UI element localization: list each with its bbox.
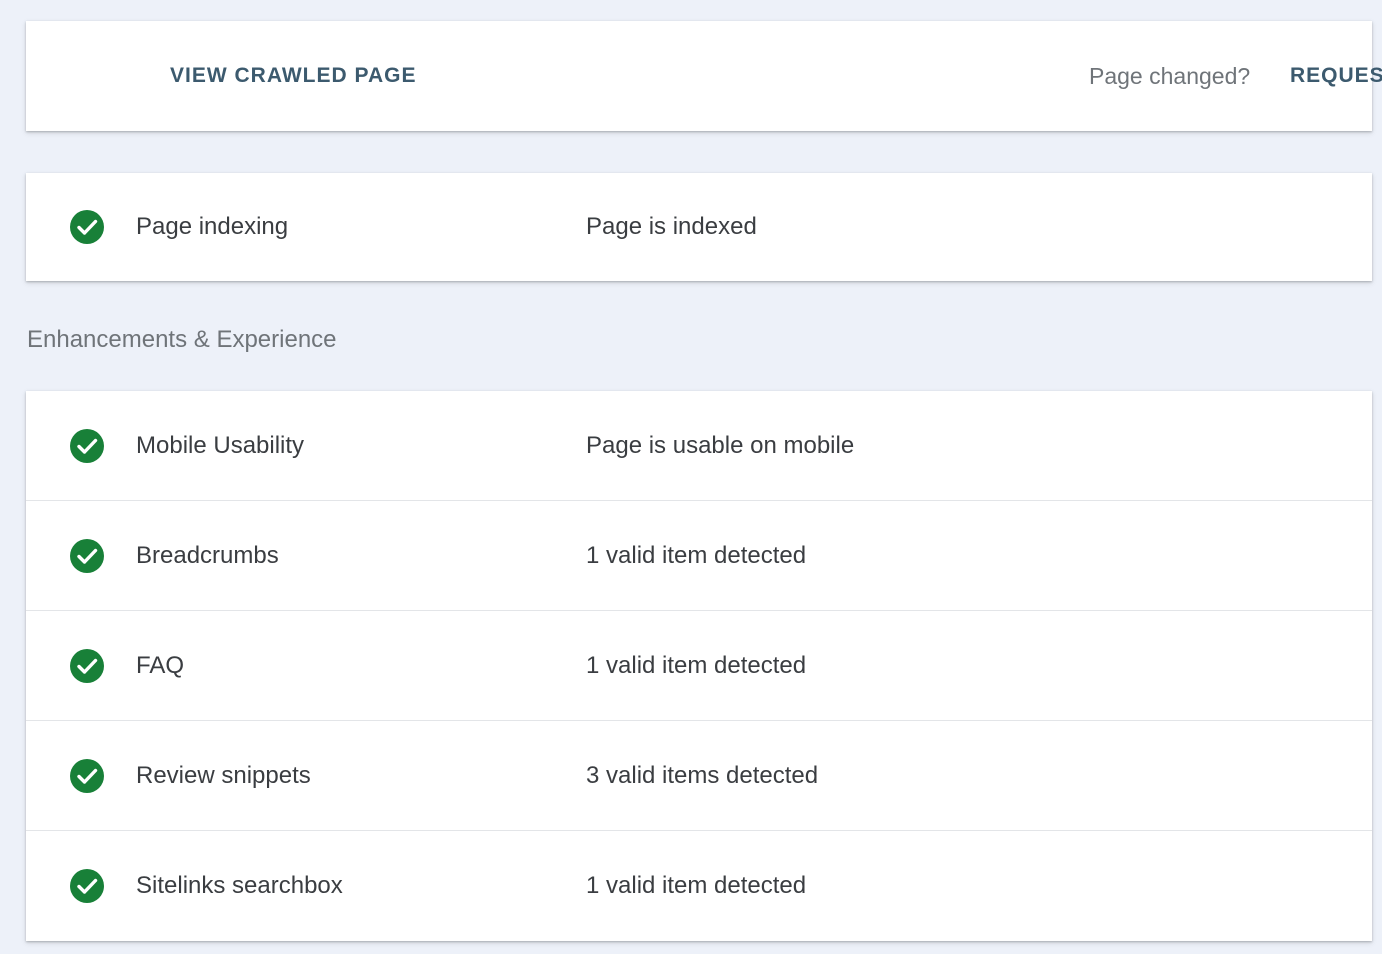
crawl-actions-card: VIEW CRAWLED PAGE Page changed? REQUES: [26, 21, 1382, 131]
row-label: Sitelinks searchbox: [136, 872, 343, 899]
check-circle-icon: [70, 758, 104, 793]
check-circle-icon: [70, 869, 104, 903]
check-circle-icon: [70, 538, 104, 573]
row-status: 1 valid item detected: [586, 872, 807, 899]
row-label: Mobile Usability: [136, 431, 305, 459]
row-label: Breadcrumbs: [136, 541, 279, 569]
page-indexing-card: Page indexing Page is indexed: [26, 173, 1372, 281]
enhancements-card: Mobile Usability Page is usable on mobil…: [26, 391, 1372, 941]
enhancement-row-review-snippets[interactable]: Review snippets 3 valid items detected: [26, 721, 1372, 831]
page-indexing-row[interactable]: Page indexing Page is indexed: [26, 173, 1372, 281]
row-status: 3 valid items detected: [586, 761, 819, 789]
enhancement-row-mobile-usability[interactable]: Mobile Usability Page is usable on mobil…: [26, 391, 1372, 501]
view-crawled-page-button[interactable]: VIEW CRAWLED PAGE: [170, 21, 416, 131]
enhancement-row-breadcrumbs[interactable]: Breadcrumbs 1 valid item detected: [26, 501, 1372, 611]
check-circle-icon: [70, 428, 104, 463]
check-circle-icon: [70, 648, 104, 683]
enhancements-heading: Enhancements & Experience: [27, 326, 337, 353]
row-status: 1 valid item detected: [586, 651, 807, 679]
row-label: Review snippets: [136, 761, 311, 789]
check-circle-icon: [70, 210, 104, 244]
page-changed-text: Page changed?: [1089, 63, 1251, 89]
enhancement-row-faq[interactable]: FAQ 1 valid item detected: [26, 611, 1372, 721]
request-indexing-button[interactable]: REQUES: [1290, 21, 1382, 131]
row-label: FAQ: [136, 651, 185, 679]
row-status: Page is usable on mobile: [586, 431, 855, 459]
row-label: Page indexing: [136, 213, 289, 240]
row-status: Page is indexed: [586, 213, 757, 240]
row-status: 1 valid item detected: [586, 541, 807, 569]
enhancement-row-sitelinks-searchbox[interactable]: Sitelinks searchbox 1 valid item detecte…: [26, 831, 1372, 941]
